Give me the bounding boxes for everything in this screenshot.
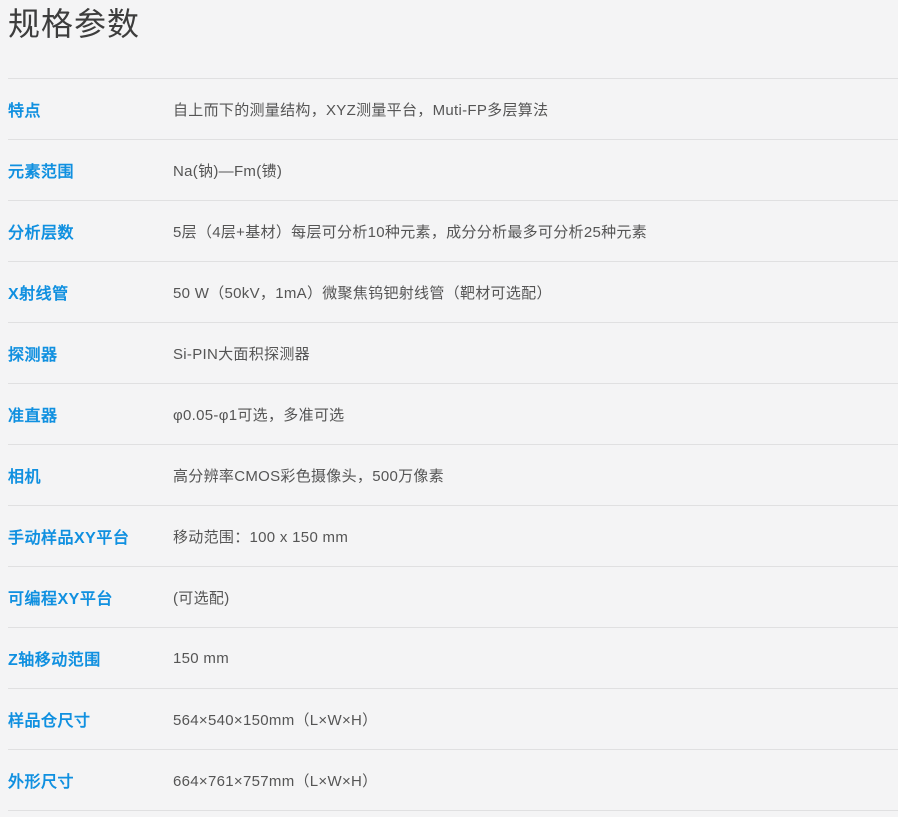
spec-label: 样品仓尺寸 bbox=[8, 707, 173, 731]
table-row: 可编程XY平台 (可选配) bbox=[8, 567, 898, 628]
spec-value: 150 mm bbox=[173, 650, 898, 667]
spec-label: X射线管 bbox=[8, 280, 173, 304]
table-row: 手动样品XY平台 移动范围：100 x 150 mm bbox=[8, 506, 898, 567]
spec-value: Si-PIN大面积探测器 bbox=[173, 343, 898, 364]
table-row: 元素范围 Na(钠)—Fm(镄) bbox=[8, 140, 898, 201]
table-row: 外形尺寸 664×761×757mm（L×W×H） bbox=[8, 750, 898, 811]
spec-label: 特点 bbox=[8, 97, 173, 121]
table-row: 特点 自上而下的测量结构，XYZ测量平台，Muti-FP多层算法 bbox=[8, 79, 898, 140]
table-row: 相机 高分辨率CMOS彩色摄像头，500万像素 bbox=[8, 445, 898, 506]
spec-value: φ0.05-φ1可选，多准可选 bbox=[173, 404, 898, 425]
spec-value: 564×540×150mm（L×W×H） bbox=[173, 709, 898, 730]
spec-label: 外形尺寸 bbox=[8, 768, 173, 792]
spec-label: 探测器 bbox=[8, 341, 173, 365]
spec-value: 50 W（50kV，1mA）微聚焦钨钯射线管（靶材可选配） bbox=[173, 282, 898, 303]
spec-value: 664×761×757mm（L×W×H） bbox=[173, 770, 898, 791]
spec-table: 特点 自上而下的测量结构，XYZ测量平台，Muti-FP多层算法 元素范围 Na… bbox=[8, 79, 898, 811]
table-row: 样品仓尺寸 564×540×150mm（L×W×H） bbox=[8, 689, 898, 750]
spec-label: Z轴移动范围 bbox=[8, 646, 173, 670]
spec-label: 元素范围 bbox=[8, 158, 173, 182]
spec-value: (可选配) bbox=[173, 587, 898, 608]
spec-label: 分析层数 bbox=[8, 219, 173, 243]
spec-value: 高分辨率CMOS彩色摄像头，500万像素 bbox=[173, 465, 898, 486]
table-row: 分析层数 5层（4层+基材）每层可分析10种元素，成分分析最多可分析25种元素 bbox=[8, 201, 898, 262]
spec-label: 相机 bbox=[8, 463, 173, 487]
table-row: X射线管 50 W（50kV，1mA）微聚焦钨钯射线管（靶材可选配） bbox=[8, 262, 898, 323]
spec-label: 手动样品XY平台 bbox=[8, 524, 173, 548]
table-row: Z轴移动范围 150 mm bbox=[8, 628, 898, 689]
spec-page: 规格参数 特点 自上而下的测量结构，XYZ测量平台，Muti-FP多层算法 元素… bbox=[0, 0, 898, 817]
spec-value: 自上而下的测量结构，XYZ测量平台，Muti-FP多层算法 bbox=[173, 99, 898, 120]
spec-value: 5层（4层+基材）每层可分析10种元素，成分分析最多可分析25种元素 bbox=[173, 221, 898, 242]
spec-label: 准直器 bbox=[8, 402, 173, 426]
table-row: 准直器 φ0.05-φ1可选，多准可选 bbox=[8, 384, 898, 445]
spec-header: 规格参数 bbox=[8, 0, 898, 79]
table-row: 探测器 Si-PIN大面积探测器 bbox=[8, 323, 898, 384]
spec-value: 移动范围：100 x 150 mm bbox=[173, 526, 898, 547]
spec-label: 可编程XY平台 bbox=[8, 585, 173, 609]
page-title: 规格参数 bbox=[8, 0, 898, 43]
spec-value: Na(钠)—Fm(镄) bbox=[173, 160, 898, 181]
